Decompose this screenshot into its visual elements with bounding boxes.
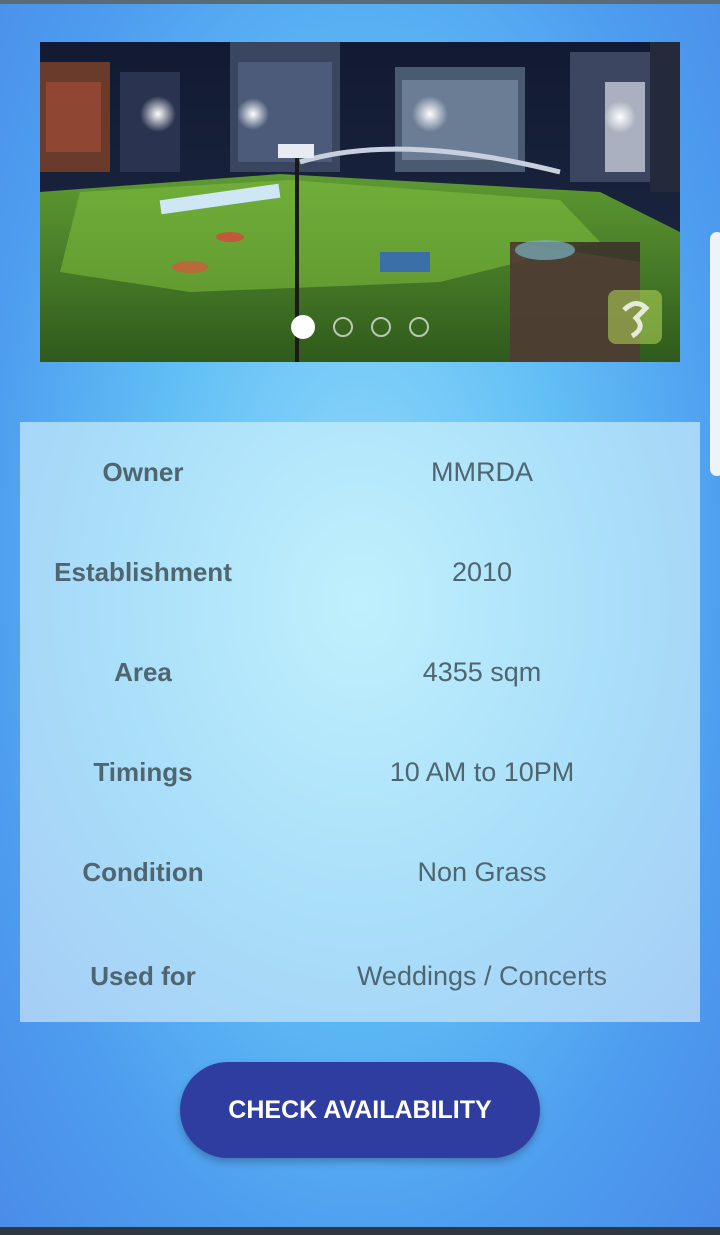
status-bar-edge: [0, 0, 720, 4]
detail-row-used-for: Used for Weddings / Concerts: [20, 946, 700, 1006]
carousel-indicators: [40, 315, 680, 339]
detail-label: Used for: [90, 961, 196, 991]
venue-image-carousel[interactable]: [40, 42, 680, 362]
check-availability-button[interactable]: CHECK AVAILABILITY: [180, 1062, 540, 1158]
detail-label: Timings: [93, 757, 193, 787]
detail-value: 4355 sqm: [422, 657, 542, 687]
detail-label: Area: [114, 657, 172, 687]
carousel-dot-4[interactable]: [409, 317, 429, 337]
detail-value: Non Grass: [417, 857, 547, 887]
detail-value: MMRDA: [431, 457, 533, 487]
detail-label: Establishment: [54, 557, 232, 587]
detail-label: Condition: [82, 857, 204, 887]
navigation-bar-edge: [0, 1227, 720, 1235]
venue-photo: [40, 42, 680, 362]
carousel-dot-2[interactable]: [333, 317, 353, 337]
detail-row-timings: Timings 10 AM to 10PM: [20, 742, 700, 802]
detail-value: Weddings / Concerts: [356, 961, 608, 991]
detail-row-owner: Owner MMRDA: [20, 442, 700, 502]
detail-label: Owner: [102, 457, 184, 487]
detail-row-area: Area 4355 sqm: [20, 642, 700, 702]
carousel-dot-1[interactable]: [291, 315, 315, 339]
venue-details-panel: Owner MMRDA Establishment 2010 Area 4355…: [20, 422, 700, 1022]
detail-row-condition: Condition Non Grass: [20, 842, 700, 902]
scrollbar-thumb[interactable]: [710, 232, 720, 476]
detail-value: 2010: [451, 557, 513, 587]
detail-value: 10 AM to 10PM: [389, 757, 575, 787]
detail-row-establishment: Establishment 2010: [20, 542, 700, 602]
carousel-dot-3[interactable]: [371, 317, 391, 337]
